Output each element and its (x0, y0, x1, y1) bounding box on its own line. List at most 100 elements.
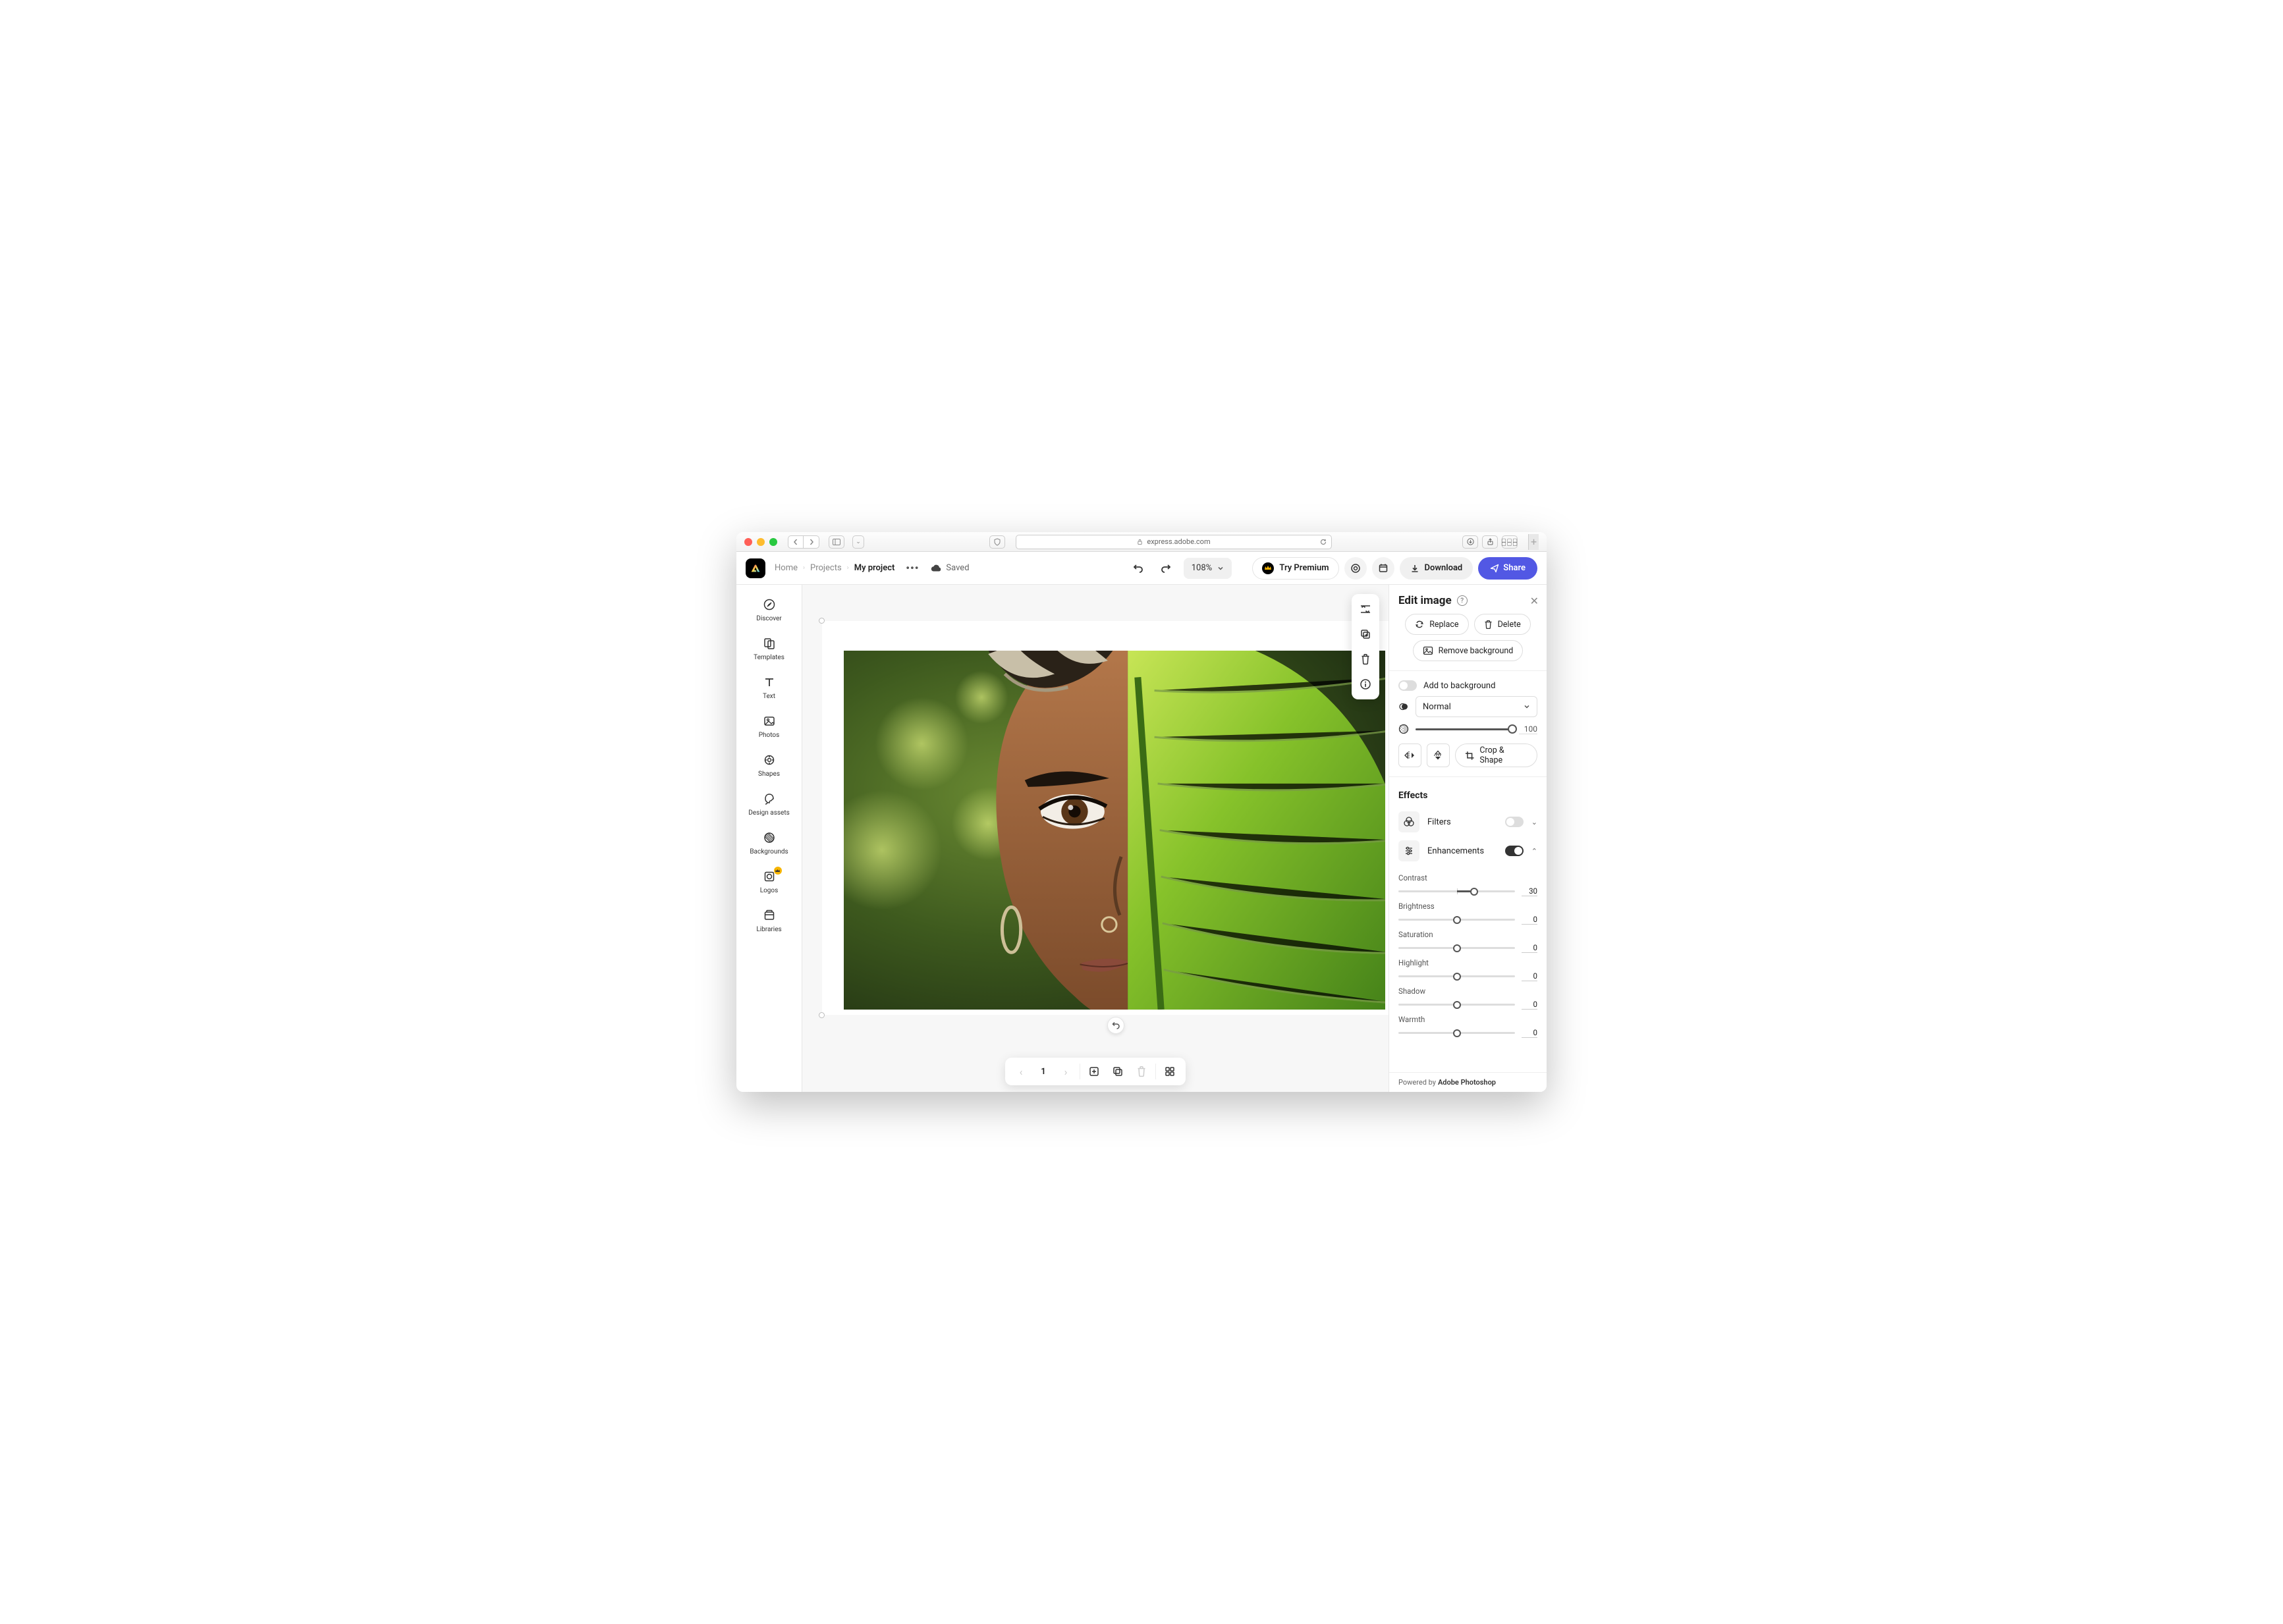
contrast-value[interactable]: 30 (1522, 886, 1537, 896)
brand-button[interactable] (1344, 557, 1367, 580)
tab-dropdown[interactable]: ⌄ (852, 535, 864, 549)
resize-handle[interactable] (819, 1012, 825, 1018)
shapes-icon (761, 752, 778, 768)
share-browser-button[interactable] (1482, 535, 1498, 549)
delete-object-button[interactable] (1352, 647, 1379, 672)
downloads-button[interactable] (1462, 535, 1478, 549)
breadcrumb-current[interactable]: My project (854, 563, 895, 573)
enhancements-row[interactable]: Enhancements ⌃ (1389, 836, 1547, 865)
flip-horizontal-button[interactable] (1398, 744, 1421, 767)
opacity-value[interactable]: 100 (1519, 724, 1537, 734)
opacity-icon (1398, 724, 1409, 734)
minimize-window-button[interactable] (757, 538, 765, 546)
calendar-button[interactable] (1372, 557, 1394, 580)
prev-page-button[interactable]: ‹ (1009, 1060, 1033, 1083)
delete-page-button[interactable] (1130, 1060, 1153, 1083)
selected-image[interactable] (844, 651, 1385, 1010)
more-actions-button[interactable]: ••• (904, 561, 921, 576)
replace-button[interactable]: Replace (1405, 614, 1468, 635)
chevron-down-icon: ⌄ (1531, 818, 1537, 826)
tabs-grid-button[interactable]: ▢▢▢▢▢▢ (1502, 535, 1518, 549)
align-button[interactable] (1352, 597, 1379, 622)
effects-heading: Effects (1389, 786, 1547, 807)
sidebar-item-text[interactable]: Text (736, 669, 802, 708)
add-page-button[interactable] (1082, 1060, 1106, 1083)
sidebar-item-photos[interactable]: Photos (736, 708, 802, 747)
resize-handle[interactable] (819, 618, 825, 624)
enhancements-icon (1398, 840, 1419, 861)
crop-icon (1465, 751, 1475, 761)
sidebar-item-design-assets[interactable]: Design assets (736, 786, 802, 825)
download-button[interactable]: Download (1400, 557, 1473, 580)
contrast-label: Contrast (1398, 873, 1537, 882)
next-page-button[interactable]: › (1054, 1060, 1078, 1083)
brightness-label: Brightness (1398, 902, 1537, 911)
delete-button[interactable]: Delete (1474, 614, 1531, 635)
sidebar-item-shapes[interactable]: Shapes (736, 747, 802, 786)
shadow-slider[interactable] (1398, 1004, 1515, 1006)
brightness-value[interactable]: 0 (1522, 915, 1537, 925)
close-window-button[interactable] (744, 538, 752, 546)
contrast-slider[interactable] (1398, 890, 1515, 892)
highlight-value[interactable]: 0 (1522, 971, 1537, 981)
warmth-value[interactable]: 0 (1522, 1028, 1537, 1038)
replace-icon (1415, 620, 1424, 629)
sidebar-item-backgrounds[interactable]: Backgrounds (736, 825, 802, 863)
url-bar[interactable]: express.adobe.com (1016, 535, 1332, 549)
try-premium-button[interactable]: Try Premium (1252, 557, 1338, 580)
sidebar-item-libraries[interactable]: Libraries (736, 902, 802, 941)
sidebar-item-templates[interactable]: Templates (736, 630, 802, 669)
opacity-slider[interactable] (1416, 728, 1512, 730)
new-tab-button[interactable]: + (1528, 534, 1539, 550)
breadcrumb-home[interactable]: Home (775, 563, 798, 573)
premium-badge-icon (774, 867, 782, 875)
saturation-slider[interactable] (1398, 947, 1515, 949)
duplicate-page-button[interactable] (1106, 1060, 1130, 1083)
info-button[interactable] (1352, 672, 1379, 697)
shadow-value[interactable]: 0 (1522, 1000, 1537, 1010)
browser-window: ⌄ express.adobe.com ▢▢▢▢▢▢ + Home › Proj… (736, 532, 1547, 1092)
pages-grid-button[interactable] (1158, 1060, 1182, 1083)
reload-button[interactable] (1319, 538, 1327, 546)
duplicate-button[interactable] (1352, 622, 1379, 647)
privacy-shield-button[interactable] (989, 535, 1005, 549)
maximize-window-button[interactable] (769, 538, 777, 546)
close-panel-button[interactable]: ✕ (1530, 595, 1539, 607)
saturation-value[interactable]: 0 (1522, 943, 1537, 953)
brightness-slider[interactable] (1398, 919, 1515, 921)
send-icon (1490, 564, 1499, 573)
zoom-dropdown[interactable]: 108% (1184, 558, 1232, 579)
sidebar-item-logos[interactable]: Logos (736, 863, 802, 902)
canvas-area[interactable]: ‹ 1 › (802, 585, 1389, 1092)
share-button[interactable]: Share (1478, 557, 1537, 580)
design-assets-icon (761, 791, 778, 807)
add-to-background-toggle[interactable] (1398, 680, 1417, 691)
redo-button[interactable] (1156, 558, 1176, 578)
sidebar-item-discover[interactable]: Discover (736, 591, 802, 630)
flip-vertical-button[interactable] (1427, 744, 1450, 767)
forward-button[interactable] (804, 535, 819, 549)
crop-shape-button[interactable]: Crop & Shape (1455, 744, 1537, 767)
highlight-label: Highlight (1398, 958, 1537, 967)
sidebar-toggle-button[interactable] (829, 535, 844, 549)
app-topbar: Home › Projects › My project ••• Saved 1… (736, 552, 1547, 585)
image-icon (761, 713, 778, 729)
help-icon[interactable]: ? (1457, 595, 1468, 606)
compass-icon (761, 597, 778, 612)
page-bar: ‹ 1 › (1005, 1058, 1186, 1085)
filters-row[interactable]: Filters ⌄ (1389, 807, 1547, 836)
enhancements-toggle[interactable] (1505, 846, 1524, 856)
remove-background-button[interactable]: Remove background (1413, 640, 1524, 661)
floating-toolbar (1352, 594, 1379, 699)
highlight-slider[interactable] (1398, 975, 1515, 977)
revert-button[interactable] (1107, 1017, 1124, 1034)
blend-mode-select[interactable]: Normal (1416, 696, 1537, 717)
breadcrumb-projects[interactable]: Projects (810, 563, 842, 573)
back-button[interactable] (788, 535, 804, 549)
nav-buttons (788, 535, 819, 549)
filters-toggle[interactable] (1505, 817, 1524, 827)
warmth-slider[interactable] (1398, 1032, 1515, 1034)
undo-button[interactable] (1128, 558, 1148, 578)
app-logo[interactable] (746, 558, 765, 578)
filters-icon (1398, 811, 1419, 832)
